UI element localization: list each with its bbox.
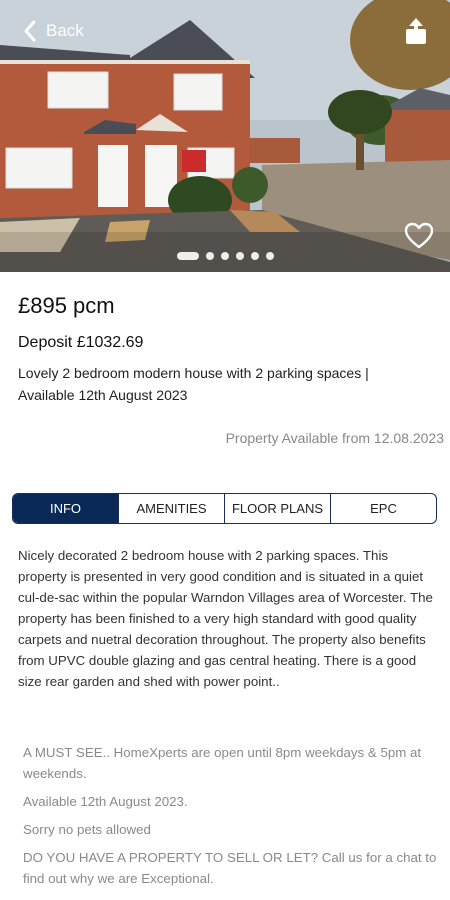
- tab-amenities[interactable]: AMENITIES: [118, 494, 224, 523]
- property-description: Nicely decorated 2 bedroom house with 2 …: [18, 548, 433, 689]
- note-sell-or-let: DO YOU HAVE A PROPERTY TO SELL OR LET? C…: [23, 850, 437, 886]
- pagination-dot[interactable]: [250, 252, 259, 260]
- tab-info[interactable]: INFO: [13, 494, 118, 523]
- listing-notes: A MUST SEE.. HomeXperts are open until 8…: [23, 742, 438, 896]
- back-button[interactable]: Back: [22, 20, 84, 42]
- deposit-amount: Deposit £1032.69: [18, 334, 144, 351]
- back-label: Back: [46, 21, 84, 40]
- listing-price: £895 pcm: [18, 293, 115, 318]
- pagination-dot[interactable]: [176, 252, 199, 260]
- detail-tabs: INFO AMENITIES FLOOR PLANS EPC: [12, 493, 437, 524]
- note-opening-hours: A MUST SEE.. HomeXperts are open until 8…: [23, 745, 422, 781]
- heart-icon[interactable]: [404, 222, 434, 250]
- pagination-dot[interactable]: [205, 252, 214, 260]
- property-photo[interactable]: Back: [0, 0, 450, 272]
- image-pagination[interactable]: [0, 252, 450, 260]
- pagination-dot[interactable]: [265, 252, 274, 260]
- tab-epc[interactable]: EPC: [330, 494, 436, 523]
- listing-summary: Lovely 2 bedroom modern house with 2 par…: [18, 365, 369, 403]
- availability-date: Property Available from 12.08.2023: [225, 430, 444, 446]
- pagination-dot[interactable]: [235, 252, 244, 260]
- pagination-dot[interactable]: [220, 252, 229, 260]
- note-pets: Sorry no pets allowed: [23, 822, 151, 837]
- tab-floor-plans[interactable]: FLOOR PLANS: [224, 494, 330, 523]
- note-availability: Available 12th August 2023.: [23, 794, 188, 809]
- share-icon[interactable]: [404, 18, 428, 46]
- chevron-left-icon: [24, 20, 36, 42]
